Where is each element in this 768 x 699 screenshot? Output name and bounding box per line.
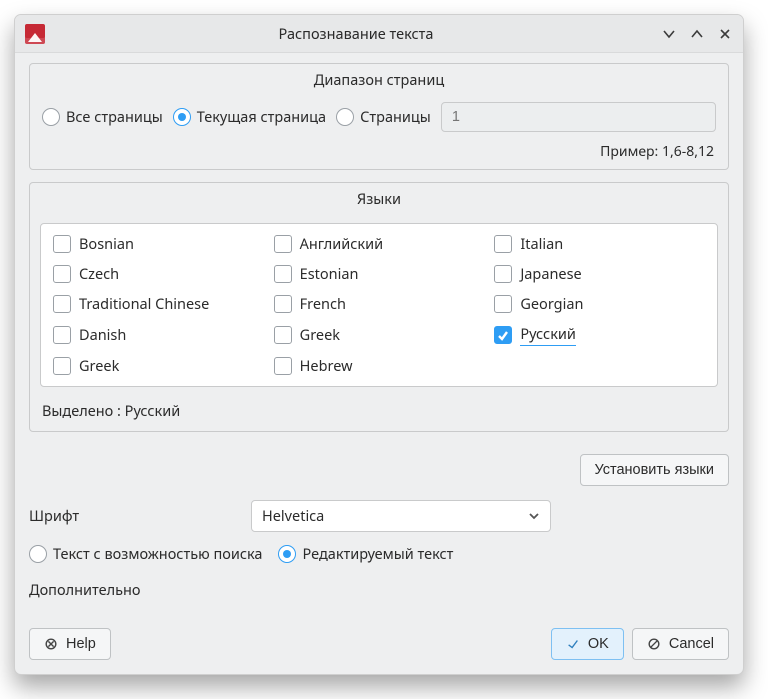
languages-list: Bosnian Английский Italian Czech Estonian Jap…: [40, 223, 718, 387]
language-label: Danish: [79, 325, 126, 345]
radio-icon: [42, 108, 60, 126]
selected-value: Русский: [125, 401, 181, 421]
language-checkbox[interactable]: French: [274, 294, 485, 314]
cancel-icon: [647, 637, 661, 651]
titlebar: Распознавание текста: [15, 15, 743, 53]
language-label: Bosnian: [79, 234, 134, 254]
ocr-dialog: Распознавание текста Диапазон страниц Вс…: [14, 14, 744, 675]
language-checkbox[interactable]: Czech: [53, 264, 264, 284]
language-checkbox[interactable]: Hebrew: [274, 356, 485, 376]
checkbox-icon: [494, 326, 512, 344]
pages-input[interactable]: [441, 102, 716, 132]
page-range-title: Диапазон страниц: [30, 64, 728, 96]
selected-language-line: Выделено : Русский: [30, 393, 728, 429]
checkbox-icon: [274, 326, 292, 344]
radio-editable-text[interactable]: Редактируемый текст: [278, 544, 453, 564]
language-checkbox[interactable]: Estonian: [274, 264, 485, 284]
font-value: Helvetica: [262, 506, 324, 526]
close-button[interactable]: [717, 26, 733, 42]
font-label: Шрифт: [29, 506, 239, 526]
app-icon: [25, 24, 45, 44]
radio-label: Текст с возможностью поиска: [53, 544, 262, 564]
language-checkbox[interactable]: Italian: [494, 234, 705, 254]
window-title: Распознавание текста: [51, 24, 661, 44]
language-checkbox[interactable]: Georgian: [494, 294, 705, 314]
checkbox-icon: [494, 235, 512, 253]
language-label: Japanese: [520, 264, 581, 284]
install-languages-button[interactable]: Установить языки: [580, 454, 730, 486]
dialog-content: Диапазон страниц Все страницы Текущая ст…: [15, 53, 743, 674]
checkbox-icon: [53, 235, 71, 253]
dialog-footer: Help OK Cancel: [29, 616, 729, 660]
language-checkbox[interactable]: Greek: [53, 356, 264, 376]
radio-current-page[interactable]: Текущая страница: [173, 107, 326, 127]
minimize-button[interactable]: [661, 26, 677, 42]
check-icon: [566, 637, 580, 651]
radio-label: Страницы: [360, 107, 431, 127]
checkbox-icon: [494, 265, 512, 283]
language-label: Italian: [520, 234, 563, 254]
language-checkbox[interactable]: Bosnian: [53, 234, 264, 254]
checkbox-icon: [274, 295, 292, 313]
page-range-group: Диапазон страниц Все страницы Текущая ст…: [29, 63, 729, 170]
font-select[interactable]: Helvetica: [251, 500, 551, 532]
cancel-button[interactable]: Cancel: [632, 628, 729, 660]
language-label: Hebrew: [300, 356, 353, 376]
radio-label: Редактируемый текст: [302, 544, 453, 564]
checkbox-icon: [53, 326, 71, 344]
radio-icon: [278, 545, 296, 563]
checkbox-icon: [274, 235, 292, 253]
language-label: Estonian: [300, 264, 359, 284]
language-checkbox[interactable]: Japanese: [494, 264, 705, 284]
languages-title: Языки: [30, 183, 728, 215]
selected-prefix: Выделено :: [42, 401, 125, 421]
ok-button[interactable]: OK: [551, 628, 624, 660]
language-checkbox[interactable]: Русский: [494, 324, 705, 346]
help-icon: [44, 637, 58, 651]
radio-label: Все страницы: [66, 107, 163, 127]
language-label: Английский: [300, 234, 383, 254]
language-label: Traditional Chinese: [79, 294, 209, 314]
maximize-button[interactable]: [689, 26, 705, 42]
checkbox-icon: [274, 357, 292, 375]
radio-pages[interactable]: Страницы: [336, 107, 431, 127]
button-label: OK: [588, 636, 609, 652]
language-checkbox[interactable]: Greek: [274, 324, 485, 346]
language-checkbox[interactable]: Traditional Chinese: [53, 294, 264, 314]
button-label: Help: [66, 636, 96, 652]
window-buttons: [661, 26, 733, 42]
language-checkbox[interactable]: Английский: [274, 234, 485, 254]
help-button[interactable]: Help: [29, 628, 111, 660]
language-label: Greek: [79, 356, 119, 376]
button-label: Cancel: [669, 636, 714, 652]
radio-label: Текущая страница: [197, 107, 326, 127]
language-label: Czech: [79, 264, 119, 284]
advanced-link[interactable]: Дополнительно: [29, 568, 729, 608]
checkbox-icon: [53, 357, 71, 375]
checkbox-icon: [53, 265, 71, 283]
language-label: French: [300, 294, 346, 314]
radio-all-pages[interactable]: Все страницы: [42, 107, 163, 127]
checkbox-icon: [274, 265, 292, 283]
radio-icon: [173, 108, 191, 126]
language-label: Georgian: [520, 294, 583, 314]
checkbox-icon: [53, 295, 71, 313]
language-label: Русский: [520, 324, 576, 346]
language-label: Greek: [300, 325, 340, 345]
chevron-down-icon: [528, 510, 540, 522]
radio-searchable-text[interactable]: Текст с возможностью поиска: [29, 544, 262, 564]
language-checkbox[interactable]: Danish: [53, 324, 264, 346]
checkbox-icon: [494, 295, 512, 313]
button-label: Установить языки: [595, 462, 715, 478]
radio-icon: [336, 108, 354, 126]
radio-icon: [29, 545, 47, 563]
pages-example: Пример: 1,6-8,12: [30, 138, 728, 169]
languages-group: Языки Bosnian Английский Italian Czech Eston…: [29, 182, 729, 432]
